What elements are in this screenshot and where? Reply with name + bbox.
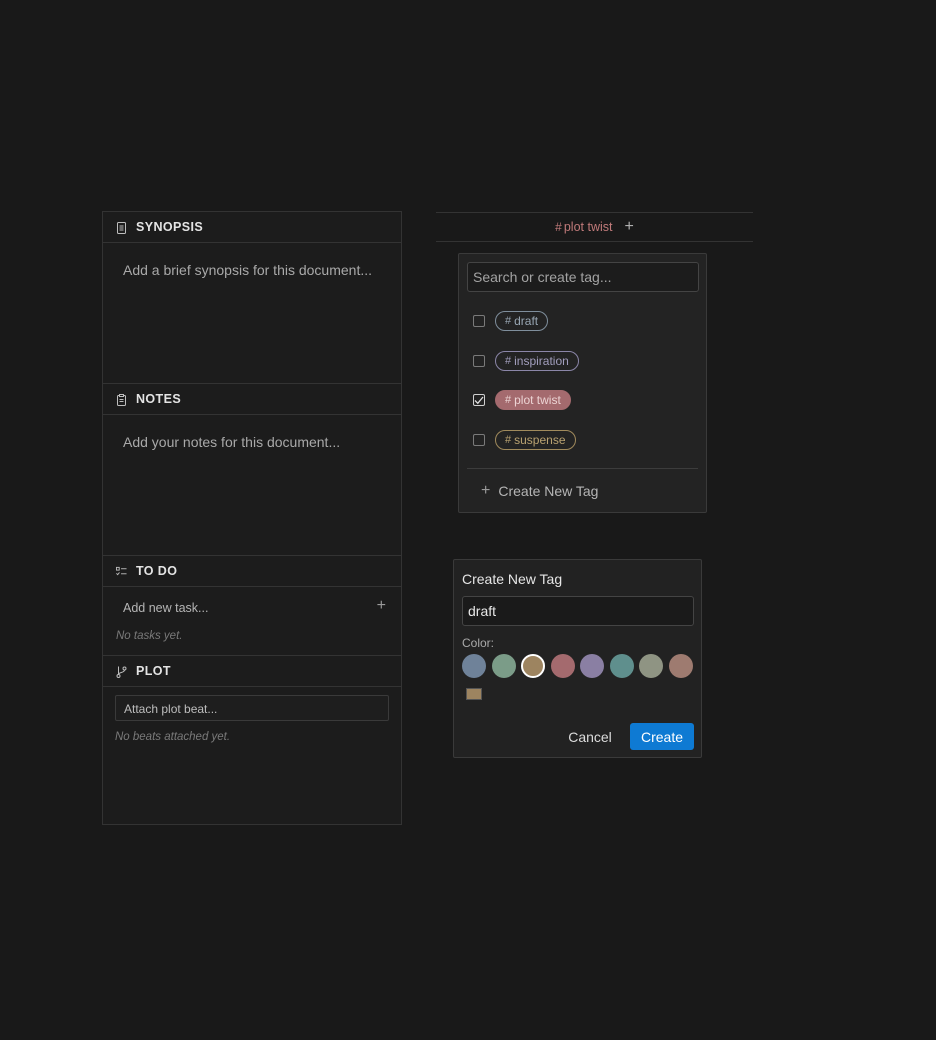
color-swatch[interactable]	[521, 654, 545, 678]
tag-bar: # plot twist +	[436, 212, 753, 242]
notes-header[interactable]: NOTES	[103, 384, 401, 415]
hash-icon: #	[505, 315, 512, 327]
checkmark-icon	[474, 396, 484, 404]
tag-pill: # inspiration	[495, 351, 579, 371]
tag-label: suspense	[514, 433, 566, 447]
create-new-tag-button[interactable]: + Create New Tag	[481, 482, 598, 500]
tag-pill: # draft	[495, 311, 549, 331]
color-swatch[interactable]	[639, 654, 663, 678]
tag-checkbox[interactable]	[473, 434, 485, 446]
synopsis-title: SYNOPSIS	[136, 220, 204, 234]
attach-plot-beat-field[interactable]: Attach plot beat...	[115, 695, 389, 721]
hash-icon: #	[505, 355, 512, 367]
todo-header[interactable]: TO DO	[103, 556, 401, 587]
hash-icon: #	[505, 394, 512, 406]
color-swatches	[462, 654, 693, 678]
tag-label: draft	[514, 314, 539, 328]
notes-title: NOTES	[136, 392, 182, 406]
create-tag-dialog: Create New Tag Color: Cancel Create	[453, 559, 702, 758]
color-swatch[interactable]	[609, 654, 634, 678]
create-new-tag-label: Create New Tag	[498, 483, 599, 499]
color-swatch[interactable]	[668, 654, 693, 678]
tag-checkbox[interactable]	[473, 355, 485, 367]
todo-section: Add new task... + No tasks yet.	[103, 587, 401, 656]
tag-option-inspiration[interactable]: # inspiration	[473, 350, 579, 372]
branch-icon	[116, 666, 127, 678]
cancel-button[interactable]: Cancel	[560, 723, 620, 750]
todo-empty-state: No tasks yet.	[116, 630, 183, 642]
active-tag-label: plot twist	[563, 220, 613, 234]
synopsis-textarea[interactable]: Add a brief synopsis for this document..…	[103, 243, 401, 384]
color-swatch[interactable]	[491, 654, 516, 678]
color-label: Color:	[462, 636, 495, 650]
color-swatch[interactable]	[580, 654, 604, 678]
plot-empty-state: No beats attached yet.	[115, 731, 231, 743]
tag-option-suspense[interactable]: # suspense	[473, 429, 576, 451]
tag-label: plot twist	[514, 393, 561, 407]
hash-icon: #	[505, 434, 512, 446]
tag-name-input[interactable]	[462, 596, 694, 626]
create-button[interactable]: Create	[630, 723, 694, 750]
plus-icon: +	[481, 482, 491, 499]
checklist-icon	[116, 566, 127, 577]
plot-section: Attach plot beat... No beats attached ye…	[103, 687, 401, 821]
tag-option-draft[interactable]: # draft	[473, 310, 549, 332]
notes-textarea[interactable]: Add your notes for this document...	[103, 415, 401, 556]
tag-search-input[interactable]	[467, 262, 699, 292]
tag-checkbox[interactable]	[473, 315, 485, 327]
add-task-button[interactable]: +	[377, 597, 386, 615]
tag-checkbox-checked[interactable]	[473, 394, 485, 406]
hash-icon: #	[555, 220, 562, 234]
color-swatch[interactable]	[550, 654, 575, 678]
notepad-icon	[116, 393, 127, 406]
todo-title: TO DO	[136, 564, 178, 578]
tag-dropdown: # draft # inspiration # plot twist # sus…	[458, 253, 707, 513]
tag-pill: # plot twist	[495, 390, 571, 410]
dropdown-divider	[467, 468, 698, 469]
tag-pill: # suspense	[495, 430, 576, 450]
active-tag-chip[interactable]: # plot twist	[555, 220, 612, 234]
plot-title: PLOT	[136, 664, 171, 678]
tag-label: inspiration	[514, 354, 569, 368]
new-task-input[interactable]: Add new task...	[123, 601, 208, 615]
dialog-title: Create New Tag	[462, 571, 563, 587]
tag-option-plot-twist[interactable]: # plot twist	[473, 389, 571, 411]
inspector-panel: SYNOPSIS Add a brief synopsis for this d…	[102, 211, 402, 825]
custom-color-picker[interactable]	[466, 688, 482, 700]
add-tag-button[interactable]: +	[624, 218, 633, 236]
color-swatch[interactable]	[462, 654, 486, 678]
plot-header[interactable]: PLOT	[103, 656, 401, 687]
document-icon	[116, 221, 127, 234]
synopsis-header[interactable]: SYNOPSIS	[103, 212, 401, 243]
